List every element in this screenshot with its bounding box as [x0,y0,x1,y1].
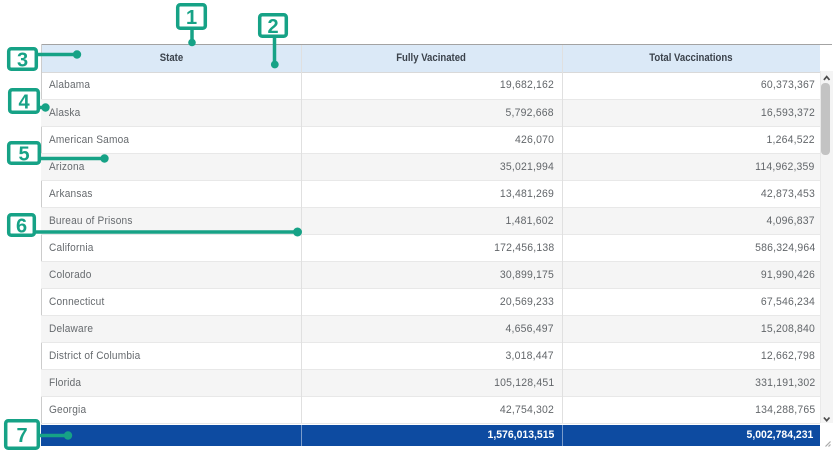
svg-text:7: 7 [16,425,27,447]
svg-text:6: 6 [16,215,27,237]
svg-text:4: 4 [18,91,30,113]
svg-text:3: 3 [17,49,28,71]
svg-text:2: 2 [267,16,278,38]
svg-text:1: 1 [186,7,197,29]
svg-text:5: 5 [18,143,29,165]
